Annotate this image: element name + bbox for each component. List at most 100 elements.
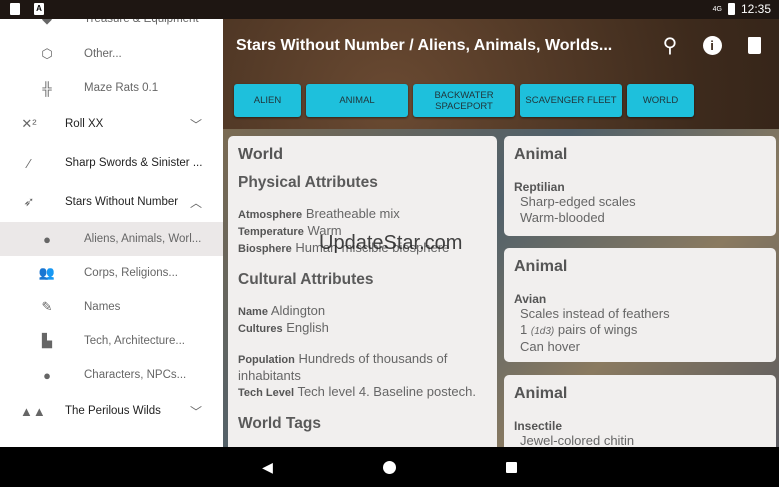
- chevron-up-icon[interactable]: ︿: [190, 194, 202, 211]
- animal-card: Animal Insectile Jewel-colored chitin: [504, 375, 776, 447]
- value: Tech level 4. Baseline postech.: [297, 384, 476, 399]
- chevron-down-icon[interactable]: ﹀: [190, 116, 202, 133]
- chip-world[interactable]: WORLD: [627, 84, 694, 117]
- factory-icon: ▙: [42, 333, 52, 348]
- home-icon[interactable]: [382, 460, 396, 474]
- maze-icon: ╬: [42, 80, 52, 96]
- chevron-down-icon[interactable]: ﹀: [190, 403, 202, 420]
- wing-count: 1: [520, 321, 528, 337]
- drawer-item-label: Treasure & Equipment: [84, 19, 199, 25]
- animal-type: Reptilian: [514, 180, 565, 194]
- clock: 12:35: [740, 2, 771, 16]
- animal-type: Insectile: [514, 419, 563, 433]
- drawer-item[interactable]: ╬ Maze Rats 0.1: [0, 71, 223, 105]
- drawer-item-label: Roll XX: [65, 118, 104, 130]
- label: Atmosphere: [238, 209, 303, 221]
- drawer-item[interactable]: ▙ Tech, Architecture...: [0, 324, 223, 358]
- notification-a-icon: A: [34, 3, 44, 15]
- card-title: World: [238, 146, 284, 163]
- drawer-item[interactable]: ● Characters, NPCs...: [0, 358, 223, 392]
- value: Breatheable mix: [305, 206, 400, 221]
- search-icon[interactable]: ⚲: [659, 34, 681, 57]
- drawer-item[interactable]: ✎ Names: [0, 290, 223, 324]
- card-title: Animal: [514, 258, 568, 275]
- trait: 1 (1d3) pairs of wings: [514, 322, 766, 340]
- back-icon[interactable]: ◀: [262, 459, 273, 476]
- battery-icon: [727, 3, 735, 15]
- chip-backwater-spaceport[interactable]: BACKWATER SPACEPORT: [413, 84, 515, 117]
- gem-icon: ◆: [38, 19, 56, 27]
- drawer-item-label: Sharp Swords & Sinister ...: [65, 157, 203, 169]
- android-nav-bar: ◀: [0, 447, 779, 487]
- tech-row: Tech Level Tech level 4. Baseline postec…: [238, 384, 487, 401]
- magic-wand-icon: ⁄: [27, 155, 31, 171]
- trait: Warm-blooded: [520, 209, 605, 225]
- d20-icon: ⬡: [41, 46, 53, 61]
- name-row: Name Aldington: [238, 303, 487, 320]
- drawer-item-label: Aliens, Animals, Worl...: [84, 233, 202, 245]
- label: Cultures: [238, 323, 283, 335]
- label: Temperature: [238, 226, 304, 238]
- card-title: Animal: [514, 146, 568, 163]
- chip-scavenger-fleet[interactable]: SCAVENGER FLEET: [520, 84, 622, 117]
- drawer-item[interactable]: ● Aliens, Animals, Worl...: [0, 222, 223, 256]
- chip-animal[interactable]: ANIMAL: [306, 84, 408, 117]
- drawer-item-label: Characters, NPCs...: [84, 369, 187, 381]
- drawer-item[interactable]: ▲▲ The Perilous Wilds ﹀: [0, 394, 223, 428]
- drawer-item[interactable]: ⬡ Other...: [0, 37, 223, 71]
- animal-card: Animal Avian Scales instead of feathers …: [504, 248, 776, 362]
- value: English: [286, 320, 329, 335]
- chip-alien[interactable]: ALIEN: [234, 84, 301, 117]
- animal-card: Animal Reptilian Sharp-edged scales Warm…: [504, 136, 776, 236]
- mountains-icon: ▲▲: [20, 403, 46, 419]
- network-icon: 4G: [712, 5, 722, 13]
- drawer-item-label: The Perilous Wilds: [65, 405, 161, 417]
- watermark: UpdateStar.com: [319, 232, 463, 254]
- cultures-row: Cultures English: [238, 320, 487, 337]
- drawer-item[interactable]: 👥 Corps, Religions...: [0, 256, 223, 290]
- person-icon: ●: [43, 367, 51, 383]
- label: Tech Level: [238, 387, 295, 399]
- dice-roll: (1d3): [530, 325, 555, 337]
- label: Biosphere: [238, 243, 292, 255]
- people-icon: 👥: [38, 265, 56, 280]
- page-title: Stars Without Number / Aliens, Animals, …: [236, 37, 613, 54]
- drawer-item-label: Names: [84, 301, 121, 313]
- drawer-item[interactable]: ✕² Roll XX ﹀: [0, 107, 223, 141]
- trait: Can hover: [520, 339, 580, 354]
- trait: Scales instead of feathers: [520, 306, 670, 321]
- population-row: Population Hundreds of thousands of inha…: [238, 351, 487, 384]
- animal-type: Avian: [514, 292, 547, 306]
- recents-icon[interactable]: [505, 461, 517, 473]
- status-bar: A 4G 12:35: [0, 0, 779, 19]
- label: Population: [238, 354, 295, 366]
- drawer-item[interactable]: ◆ Treasure & Equipment: [0, 19, 223, 36]
- cultural-heading: Cultural Attributes: [238, 271, 374, 288]
- trait: Sharp-edged scales: [520, 194, 636, 209]
- atmosphere-row: Atmosphere Breatheable mix: [238, 206, 487, 223]
- drawer-item-label: Maze Rats 0.1: [84, 82, 159, 94]
- trait: Jewel-colored chitin: [520, 433, 635, 447]
- physical-heading: Physical Attributes: [238, 174, 378, 191]
- drawer-item[interactable]: ⁄ Sharp Swords & Sinister ...: [0, 146, 223, 180]
- drawer-item-label: Stars Without Number: [65, 196, 179, 208]
- label: Name: [238, 306, 268, 318]
- sd-card-icon: [10, 3, 20, 15]
- drawer-item-label: Other...: [84, 48, 122, 60]
- drawer-item-label: Tech, Architecture...: [84, 335, 185, 347]
- world-card: World Physical Attributes Atmosphere Bre…: [228, 136, 497, 447]
- drawer-item[interactable]: ➶ Stars Without Number ︿: [0, 185, 223, 219]
- generator-chips: ALIEN ANIMAL BACKWATER SPACEPORT SCAVENG…: [234, 84, 694, 117]
- pencil-icon: ✎: [41, 299, 53, 314]
- trait-text: pairs of wings: [557, 321, 638, 337]
- card-title: Animal: [514, 385, 568, 402]
- value: Aldington: [270, 303, 326, 318]
- tags-heading: World Tags: [238, 415, 321, 432]
- navigation-drawer: ◆ Treasure & Equipment ⬡ Other... ╬ Maze Rats…: [0, 19, 223, 447]
- delete-icon[interactable]: [743, 34, 765, 56]
- info-icon[interactable]: i: [701, 34, 723, 56]
- x-squared-icon: ✕²: [21, 116, 37, 131]
- drawer-item-label: Corps, Religions...: [84, 267, 178, 279]
- rocket-icon: ➶: [23, 194, 35, 209]
- planet-icon: ●: [43, 231, 51, 247]
